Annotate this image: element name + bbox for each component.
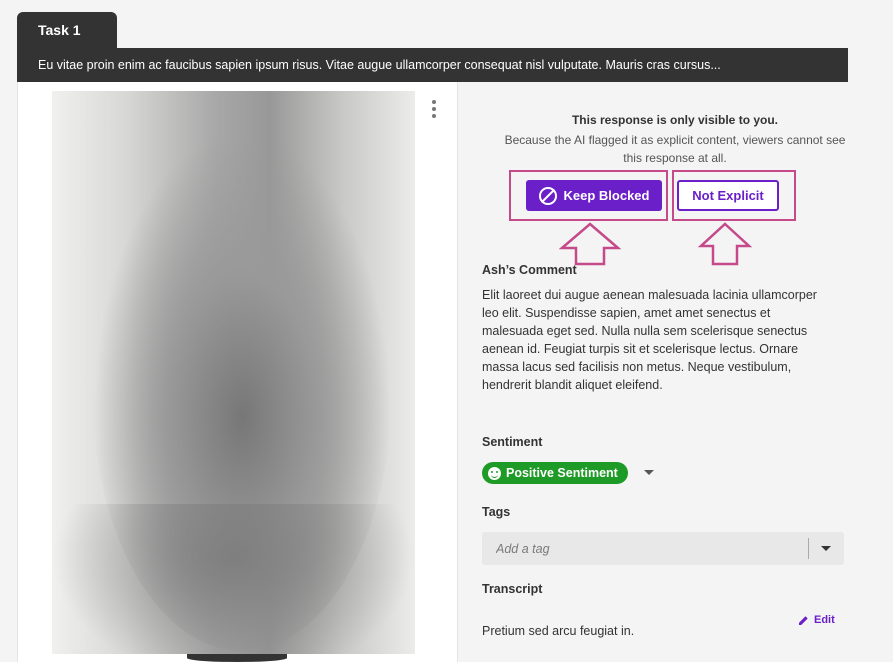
comment-heading: Ash’s Comment [482,263,577,277]
tag-divider [808,538,809,559]
kebab-vertical-icon[interactable] [430,100,438,118]
prompt-banner: Eu vitae proin enim ac faucibus sapien i… [17,48,848,82]
media-footer [52,654,415,662]
media-panel [17,82,458,662]
sentiment-value: Positive Sentiment [506,466,618,480]
notice-title: This response is only visible to you. [571,113,779,127]
up-arrow-annotation-icon [559,222,621,266]
smiley-icon [488,466,501,480]
tag-input[interactable] [482,532,808,565]
chevron-down-icon[interactable] [644,470,654,475]
tags-heading: Tags [482,505,511,519]
transcript-text: Pretium sed arcu feugiat in. [482,624,635,638]
ban-icon [538,186,557,205]
not-explicit-label: Not Explicit [692,188,764,203]
blurred-media[interactable] [52,91,415,654]
tag-select [482,532,844,565]
transcript-heading: Transcript [482,582,543,596]
keep-blocked-button[interactable]: Keep Blocked [526,180,662,211]
comment-text: Elit laoreet dui augue aenean malesuada … [482,288,817,392]
sentiment-heading: Sentiment [482,435,543,449]
response-details-panel: This response is only visible to you. Be… [459,82,893,662]
edit-label: Edit [814,614,835,626]
sentiment-badge[interactable]: Positive Sentiment [482,462,628,484]
edit-transcript-button[interactable]: Edit [798,614,835,626]
pencil-icon [799,615,808,625]
not-explicit-button[interactable]: Not Explicit [677,180,779,211]
keep-blocked-label: Keep Blocked [563,188,650,203]
chevron-down-icon[interactable] [821,546,831,551]
tab-task-1[interactable]: Task 1 [17,12,117,49]
notice-body: Because the AI flagged it as explicit co… [504,133,846,165]
up-arrow-annotation-icon [698,222,752,266]
